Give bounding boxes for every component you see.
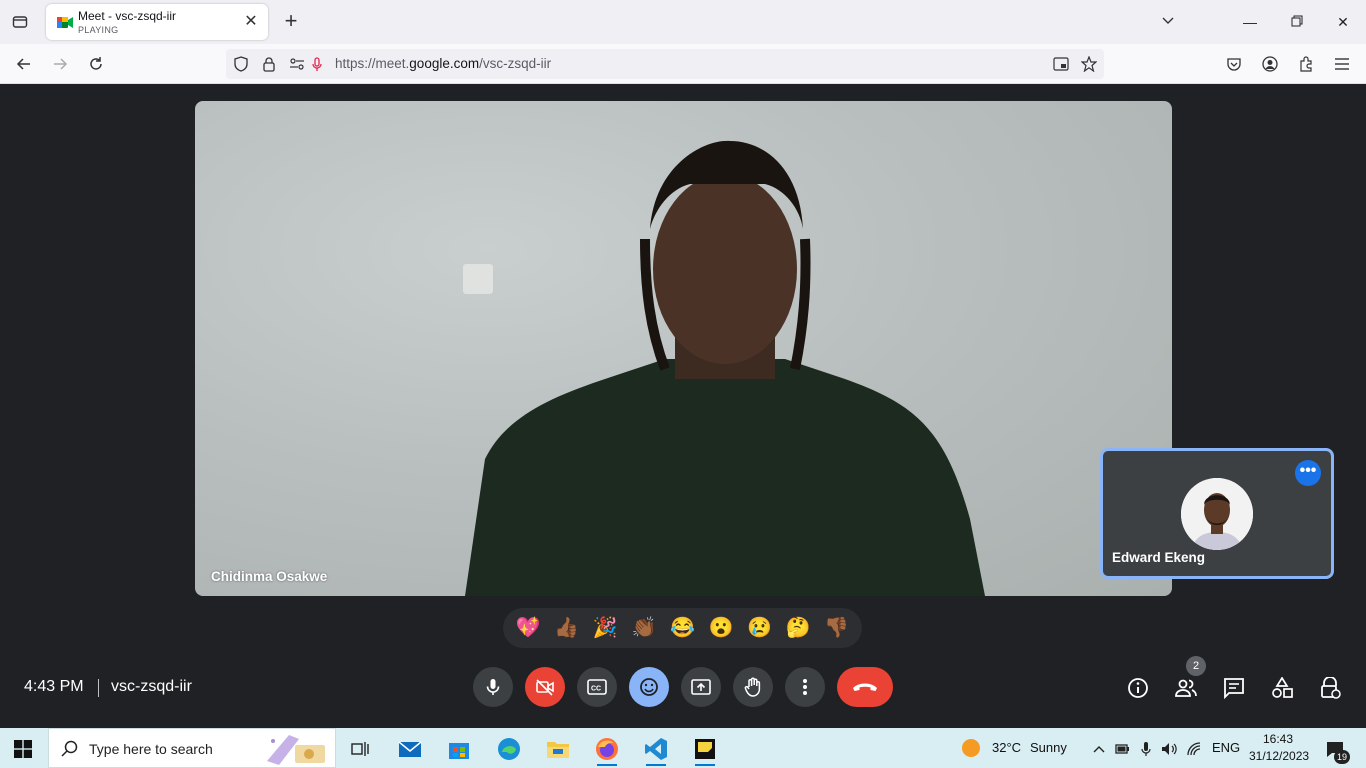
reactions-bar: 💖 👍🏾 🎉 👏🏾 😂 😮 😢 🤔 👎🏾 <box>503 608 862 648</box>
reaction-thumbs-down[interactable]: 👎🏾 <box>820 611 854 645</box>
smiley-icon <box>640 678 658 696</box>
mail-icon[interactable] <box>392 732 428 766</box>
avatar <box>1181 478 1253 550</box>
search-highlight-illustration <box>267 735 325 765</box>
present-icon <box>691 679 711 695</box>
microsoft-store-icon[interactable] <box>441 732 477 766</box>
file-explorer-icon[interactable] <box>540 732 576 766</box>
taskbar-search-box[interactable]: Type here to search <box>48 728 336 768</box>
picture-in-picture-icon[interactable] <box>1052 55 1070 73</box>
battery-icon[interactable] <box>1112 732 1132 766</box>
present-screen-button[interactable] <box>681 667 721 707</box>
back-icon[interactable] <box>12 52 36 76</box>
main-participant-name: Chidinma Osakwe <box>211 569 328 584</box>
taskbar-clock-date[interactable]: 31/12/2023 <box>1249 749 1309 763</box>
browser-nav-bar: https://meet.google.com/vsc-zsqd-iir <box>0 44 1366 84</box>
reaction-crying[interactable]: 😢 <box>743 611 777 645</box>
participant-video <box>465 140 985 596</box>
meeting-details-icon[interactable] <box>1125 675 1151 701</box>
menu-icon[interactable] <box>1330 52 1354 76</box>
reaction-sparkling-heart[interactable]: 💖 <box>511 611 545 645</box>
restore-icon[interactable] <box>1285 10 1309 34</box>
bookmark-star-icon[interactable] <box>1080 55 1098 73</box>
microphone-icon <box>486 679 500 695</box>
tab-title: Meet - vsc-zsqd-iir <box>78 9 177 23</box>
google-meet-icon <box>57 17 73 28</box>
volume-icon[interactable] <box>1160 732 1180 766</box>
reaction-laughing[interactable]: 😂 <box>665 611 699 645</box>
camera-off-button[interactable] <box>525 667 565 707</box>
search-placeholder: Type here to search <box>89 741 213 757</box>
tab-close-icon[interactable]: ✕ <box>242 13 260 31</box>
microphone-in-use-icon[interactable] <box>308 55 326 73</box>
firefox-icon[interactable] <box>589 732 625 766</box>
reaction-clapping[interactable]: 👏🏾 <box>627 611 661 645</box>
forward-icon[interactable] <box>48 52 72 76</box>
taskbar-clock-time[interactable]: 16:43 <box>1263 732 1293 746</box>
meeting-time: 4:43 PM <box>24 678 84 695</box>
tab-list-icon[interactable] <box>8 10 32 34</box>
microphone-tray-icon[interactable] <box>1136 732 1156 766</box>
lock-icon[interactable] <box>260 55 278 73</box>
new-tab-icon[interactable]: + <box>280 10 302 32</box>
leave-call-button[interactable] <box>837 667 893 707</box>
tracking-protection-shield-icon[interactable] <box>232 55 250 73</box>
task-view-icon[interactable] <box>342 732 378 766</box>
closed-captions-icon: CC <box>587 679 607 695</box>
more-vert-icon <box>803 679 807 695</box>
extensions-icon[interactable] <box>1294 52 1318 76</box>
svg-text:CC: CC <box>591 686 601 693</box>
url-text: https://meet.google.com/vsc-zsqd-iir <box>335 56 552 71</box>
notifications-icon[interactable]: 19 <box>1318 732 1352 766</box>
self-participant-name: Edward Ekeng <box>1112 550 1206 565</box>
search-icon <box>61 740 78 757</box>
participants-count-badge: 2 <box>1186 656 1206 676</box>
edge-browser-icon[interactable] <box>491 732 527 766</box>
account-icon[interactable] <box>1258 52 1282 76</box>
show-hidden-icons-chevron-icon[interactable] <box>1090 732 1108 766</box>
reaction-party-popper[interactable]: 🎉 <box>588 611 622 645</box>
end-call-icon <box>853 683 877 691</box>
more-options-button[interactable] <box>785 667 825 707</box>
windows-start-icon[interactable] <box>14 740 32 758</box>
sticky-notes-icon[interactable] <box>687 732 723 766</box>
tab-playing-label: PLAYING <box>78 25 119 35</box>
permissions-icon[interactable] <box>288 55 306 73</box>
input-language[interactable]: ENG <box>1212 740 1240 755</box>
browser-tab-meet[interactable]: Meet - vsc-zsqd-iir PLAYING ✕ <box>46 4 268 40</box>
reaction-thumbs-up[interactable]: 👍🏾 <box>550 611 584 645</box>
chat-icon[interactable] <box>1221 675 1247 701</box>
video-off-icon <box>536 679 554 696</box>
pocket-icon[interactable] <box>1222 52 1246 76</box>
raise-hand-button[interactable] <box>733 667 773 707</box>
reactions-button[interactable] <box>629 667 669 707</box>
weather-condition[interactable]: Sunny <box>1030 740 1067 755</box>
people-icon[interactable] <box>1173 675 1199 701</box>
divider <box>98 679 99 697</box>
raise-hand-icon <box>744 677 761 697</box>
network-icon[interactable] <box>1185 732 1205 766</box>
main-video-tile[interactable]: Chidinma Osakwe <box>195 101 1172 596</box>
activities-icon[interactable] <box>1269 675 1295 701</box>
self-view-tile[interactable]: ••• Edward Ekeng <box>1100 448 1334 579</box>
captions-button[interactable]: CC <box>577 667 617 707</box>
host-controls-icon[interactable] <box>1317 675 1343 701</box>
close-window-icon[interactable]: ✕ <box>1331 10 1355 34</box>
reaction-thinking[interactable]: 🤔 <box>781 611 815 645</box>
meet-stage: Chidinma Osakwe ••• Edward Ekeng 💖 👍🏾 🎉 … <box>0 85 1366 728</box>
windows-taskbar: Type here to search 32°C Sunny ENG 16:43… <box>0 728 1366 768</box>
meeting-code: vsc-zsqd-iir <box>111 678 192 695</box>
tab-overflow-chevron-icon[interactable] <box>1156 10 1180 34</box>
weather-sun-icon <box>962 739 980 757</box>
address-bar[interactable]: https://meet.google.com/vsc-zsqd-iir <box>226 49 1104 79</box>
reaction-surprised[interactable]: 😮 <box>704 611 738 645</box>
browser-tab-bar: Meet - vsc-zsqd-iir PLAYING ✕ + — ✕ <box>0 0 1366 44</box>
reload-icon[interactable] <box>84 52 108 76</box>
weather-temperature[interactable]: 32°C <box>992 740 1021 755</box>
more-options-icon[interactable]: ••• <box>1295 460 1321 486</box>
vscode-icon[interactable] <box>638 732 674 766</box>
notifications-count: 19 <box>1334 750 1350 764</box>
minimize-icon[interactable]: — <box>1238 10 1262 34</box>
microphone-button[interactable] <box>473 667 513 707</box>
